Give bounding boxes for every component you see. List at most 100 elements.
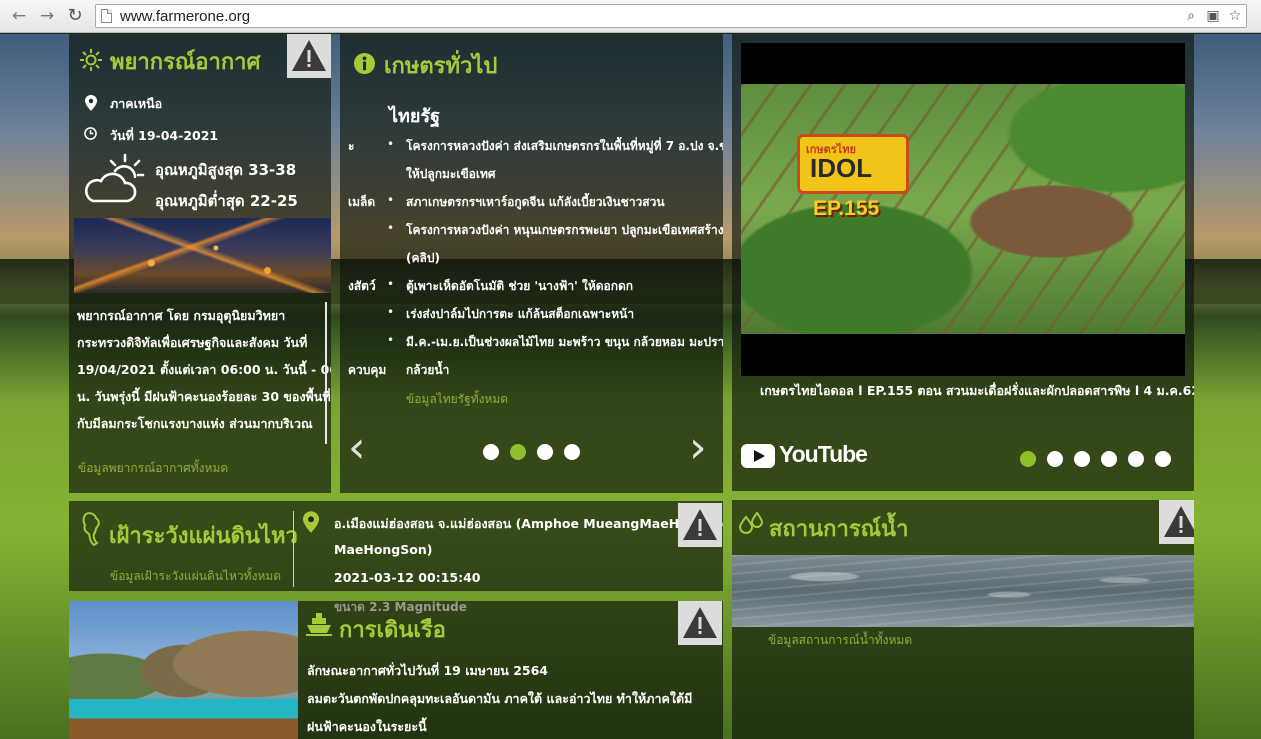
water-panel: สถานการณ์น้ำ ข้อมูลสถานการณ์น้ำทั้งหมด: [732, 500, 1194, 739]
warning-icon[interactable]: [678, 601, 722, 645]
partly-cloudy-icon: [84, 153, 145, 203]
news-item[interactable]: เมล็ด • สภาเกษตรกรฯเหาร์อกูดจีน แก้ลังเบ…: [348, 188, 718, 216]
translate-icon[interactable]: ▣: [1204, 7, 1222, 25]
carousel-dot[interactable]: [1155, 451, 1171, 467]
show-logo: เกษตรไทย IDOL: [797, 134, 909, 194]
news-headline[interactable]: เร่งส่งปาล์มไปการตะ แก้ล้นสต็อกเฉพาะหน้า: [406, 305, 634, 324]
weather-panel: พยากรณ์อากาศ ภาคเหนือ วันที่ 19-04-2021 …: [69, 34, 331, 493]
divider: [293, 511, 294, 587]
news-headline[interactable]: กล้วยน้ำ: [406, 361, 449, 380]
news-category: งสัตว์: [348, 279, 376, 293]
quake-location-line2: MaeHongSon): [334, 542, 433, 557]
video-player[interactable]: เกษตรไทย IDOL EP.155: [741, 43, 1185, 376]
carousel-dot-active[interactable]: [1020, 451, 1036, 467]
back-arrow-icon[interactable]: ←: [8, 6, 30, 26]
earthquake-more-link[interactable]: ข้อมูลเฝ้าระวังแผ่นดินไหวทั้งหมด: [110, 567, 281, 586]
water-more-link[interactable]: ข้อมูลสถานการณ์น้ำทั้งหมด: [768, 631, 912, 650]
sailing-photo: [69, 601, 298, 739]
news-headline[interactable]: มี.ค.-เม.ย.เป็นช่วงผลไม้ไทย มะพร้าว ขนุน…: [406, 333, 723, 352]
bullet-icon: •: [387, 333, 395, 347]
youtube-panel: เกษตรไทย IDOL EP.155 เกษตรไทยไอดอล l EP.…: [732, 34, 1194, 491]
news-headline[interactable]: โครงการหลวงปังค่า หนุนเกษตรกรพะเยา ปลูกม…: [406, 221, 723, 240]
weather-line: 19/04/2021 ตั้งแต่เวลา 06:00 น. วันนี้ -…: [77, 362, 331, 377]
news-panel: เกษตรทั่วไป ไทยรัฐ ะ • โครงการหลวงปังค่า…: [340, 34, 723, 493]
earthquake-panel: เฝ้าระวังแผ่นดินไหว ข้อมูลเฝ้าระวังแผ่นด…: [69, 501, 723, 591]
news-item[interactable]: (คลิป): [348, 244, 718, 272]
bullet-icon: •: [387, 193, 395, 207]
info-icon: [353, 52, 376, 75]
bullet-icon: •: [387, 277, 395, 291]
prev-arrow-icon[interactable]: ‹: [348, 426, 366, 470]
weather-photo: [74, 218, 331, 293]
carousel-dot[interactable]: [1101, 451, 1117, 467]
news-headline[interactable]: สภาเกษตรกรฯเหาร์อกูดจีน แก้ลังเบี้ยวเงิน…: [406, 193, 665, 212]
url-text[interactable]: www.farmerone.org: [120, 8, 250, 25]
youtube-brand: YouTube: [779, 441, 868, 467]
video-caption[interactable]: เกษตรไทยไอดอล l EP.155 ตอน สวนมะเดื่อฝรั…: [760, 381, 1194, 401]
temp-min: อุณหภูมิต่ำสุด 22-25: [155, 192, 298, 210]
sailing-line2: ลมตะวันตกพัดปกคลุมทะเลอันดามัน ภาคใต้ แล…: [307, 691, 693, 706]
youtube-play-icon: [741, 444, 775, 468]
weather-more-link[interactable]: ข้อมูลพยากรณ์อากาศทั้งหมด: [78, 459, 228, 478]
warning-icon[interactable]: [678, 503, 722, 547]
quake-datetime: 2021-03-12 00:15:40: [334, 570, 481, 585]
carousel-dot[interactable]: [1128, 451, 1144, 467]
ship-icon: [306, 613, 332, 636]
episode-badge: EP.155: [813, 197, 880, 220]
news-headline[interactable]: โครงการหลวงปังค่า ส่งเสริมเกษตรกรในพื้นท…: [406, 137, 723, 156]
carousel-dot[interactable]: [564, 444, 580, 460]
carousel-dot[interactable]: [1047, 451, 1063, 467]
next-arrow-icon[interactable]: ›: [689, 426, 707, 470]
reload-icon[interactable]: ↻: [64, 6, 86, 26]
news-headline[interactable]: ให้ปลูกมะเขือเทศ: [406, 165, 496, 184]
browser-toolbar: ← → ↻ www.farmerone.org ⌕ ▣ ☆: [0, 0, 1261, 33]
news-item[interactable]: • โครงการหลวงปังค่า หนุนเกษตรกรพะเยา ปลู…: [348, 216, 723, 244]
warning-icon[interactable]: [1159, 500, 1194, 544]
news-item[interactable]: งสัตว์ • ตู้เพาะเห็ดอัตโนมัติ ช่วย 'นางฟ…: [348, 272, 718, 300]
weather-date: วันที่ 19-04-2021: [110, 128, 219, 143]
zoom-icon[interactable]: ⌕: [1182, 7, 1200, 25]
thailand-map-icon: [82, 512, 100, 546]
location-pin-icon: [85, 95, 97, 111]
bullet-icon: •: [387, 221, 395, 235]
sailing-line3: ฝนฟ้าคะนองในระยะนี้: [307, 719, 427, 734]
water-title: สถานการณ์น้ำ: [769, 517, 909, 542]
weather-body: พยากรณ์อากาศ โดย กรมอุตุนิยมวิทยา กระทรว…: [77, 302, 331, 437]
carousel-dot[interactable]: [537, 444, 553, 460]
news-headline[interactable]: ตู้เพาะเห็ดอัตโนมัติ ช่วย 'นางฟ้า' ให้ดอ…: [406, 277, 633, 296]
page-icon: [101, 9, 112, 23]
news-item[interactable]: • เร่งส่งปาล์มไปการตะ แก้ล้นสต็อกเฉพาะหน…: [348, 300, 718, 328]
news-category: ควบคุม: [348, 363, 387, 377]
address-bar[interactable]: www.farmerone.org ⌕ ▣ ☆: [95, 4, 1247, 28]
forward-arrow-icon[interactable]: →: [36, 6, 58, 26]
weather-region: ภาคเหนือ: [110, 96, 163, 111]
news-headline[interactable]: (คลิป): [406, 249, 440, 268]
news-item[interactable]: • มี.ค.-เม.ย.เป็นช่วงผลไม้ไทย มะพร้าว ขน…: [348, 328, 723, 356]
show-logo-main: IDOL: [810, 153, 873, 183]
weather-scrollbar[interactable]: [325, 302, 327, 444]
carousel-dot-active[interactable]: [510, 444, 526, 460]
warning-icon[interactable]: [287, 34, 331, 78]
location-pin-icon: [303, 511, 319, 533]
news-more-link[interactable]: ข้อมูลไทยรัฐทั้งหมด: [406, 390, 508, 409]
temp-max: อุณหภูมิสูงสุด 33-38: [155, 161, 297, 179]
video-thumbnail[interactable]: เกษตรไทย IDOL EP.155: [741, 84, 1185, 334]
news-item[interactable]: ให้ปลูกมะเขือเทศ: [348, 160, 718, 188]
water-drops-icon: [738, 512, 764, 534]
bookmark-star-icon[interactable]: ☆: [1226, 7, 1244, 25]
clock-icon: [84, 127, 97, 140]
news-item[interactable]: ควบคุม กล้วยน้ำ: [348, 356, 718, 384]
weather-line: น. วันพรุ่งนี้ มีฝนฟ้าคะนองร้อยละ 30 ของ…: [77, 389, 331, 404]
water-photo: [732, 555, 1194, 627]
bullet-icon: •: [387, 305, 395, 319]
bullet-icon: •: [387, 137, 395, 151]
quake-magnitude: ขนาด 2.3 Magnitude: [334, 600, 467, 614]
news-list: ะ • โครงการหลวงปังค่า ส่งเสริมเกษตรกรในพ…: [348, 132, 723, 384]
weather-line: พยากรณ์อากาศ โดย กรมอุตุนิยมวิทยา: [77, 308, 286, 323]
carousel-dot[interactable]: [1074, 451, 1090, 467]
weather-line: กระทรวงดิจิทัลเพื่อเศรษฐกิจและสังคม วันท…: [77, 335, 308, 350]
news-item[interactable]: ะ • โครงการหลวงปังค่า ส่งเสริมเกษตรกรในพ…: [348, 132, 723, 160]
weather-line: กับมีลมกระโชกแรงบางแห่ง ส่วนมากบริเวณ: [77, 416, 313, 431]
carousel-dot[interactable]: [483, 444, 499, 460]
earthquake-title: เฝ้าระวังแผ่นดินไหว: [109, 524, 298, 549]
